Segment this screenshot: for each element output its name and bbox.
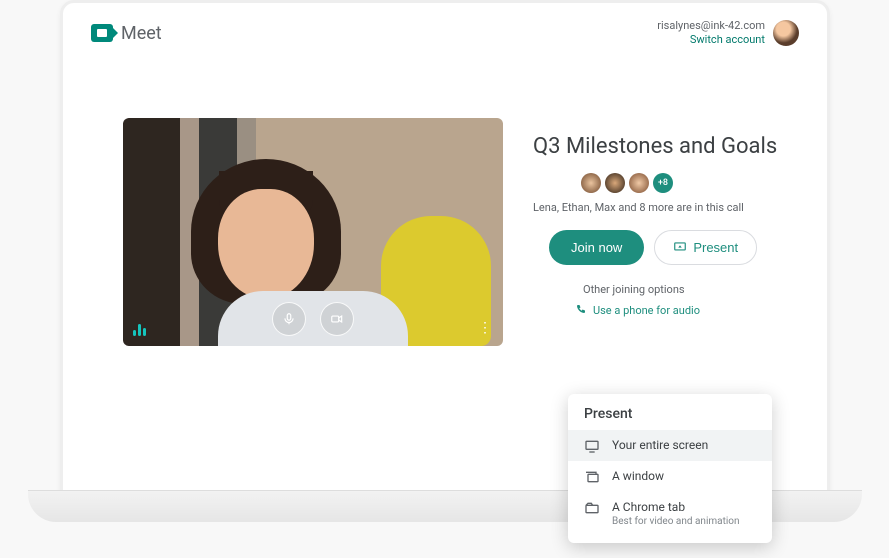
menu-item-label: A Chrome tab [612,500,740,514]
menu-item-label: Your entire screen [612,438,708,452]
menu-item-label: A window [612,469,664,483]
switch-account-link[interactable]: Switch account [657,33,765,47]
preview-controls [272,302,354,336]
header: Meet risalynes@ink-42.com Switch account [63,3,827,48]
account-avatar[interactable] [773,20,799,46]
present-menu: Present Your entire screen A window A Ch… [568,394,772,543]
present-menu-title: Present [568,406,772,430]
menu-item-sublabel: Best for video and animation [612,516,740,527]
meeting-title: Q3 Milestones and Goals [533,134,791,159]
use-phone-link[interactable]: Use a phone for audio [533,304,791,317]
main-content: ⋮ Q3 Milestones and Goals +8 Lena, Ethan… [63,48,827,346]
participants-text: Lena, Ethan, Max and 8 more are in this … [533,201,791,214]
phone-icon [575,304,587,316]
tab-icon [584,501,600,515]
toggle-camera-button[interactable] [320,302,354,336]
present-option-window[interactable]: A window [568,461,772,492]
use-phone-label: Use a phone for audio [593,304,700,317]
toggle-mic-button[interactable] [272,302,306,336]
present-option-entire-screen[interactable]: Your entire screen [568,430,772,461]
brand-name: Meet [121,23,162,44]
audio-level-icon [133,324,146,336]
preview-more-button[interactable]: ⋮ [475,320,495,336]
camera-icon [330,312,344,326]
participant-overflow-badge: +8 [653,173,673,193]
mic-icon [282,312,296,326]
participant-avatars: +8 [533,173,791,193]
video-preview: ⋮ [123,118,503,346]
join-panel: Q3 Milestones and Goals +8 Lena, Ethan, … [533,118,791,346]
other-options-label: Other joining options [533,283,791,296]
meet-logo-icon [91,24,113,42]
join-now-button[interactable]: Join now [549,230,644,265]
window-icon [584,470,600,484]
participant-avatar [629,173,649,193]
participant-avatar [605,173,625,193]
present-icon [673,241,687,253]
account-area: risalynes@ink-42.com Switch account [657,19,799,48]
present-option-chrome-tab[interactable]: A Chrome tab Best for video and animatio… [568,492,772,535]
participant-avatar [581,173,601,193]
present-button[interactable]: Present [654,230,757,265]
present-button-label: Present [693,240,738,255]
account-email: risalynes@ink-42.com [657,19,765,33]
brand: Meet [91,23,162,44]
screen-icon [584,439,600,453]
